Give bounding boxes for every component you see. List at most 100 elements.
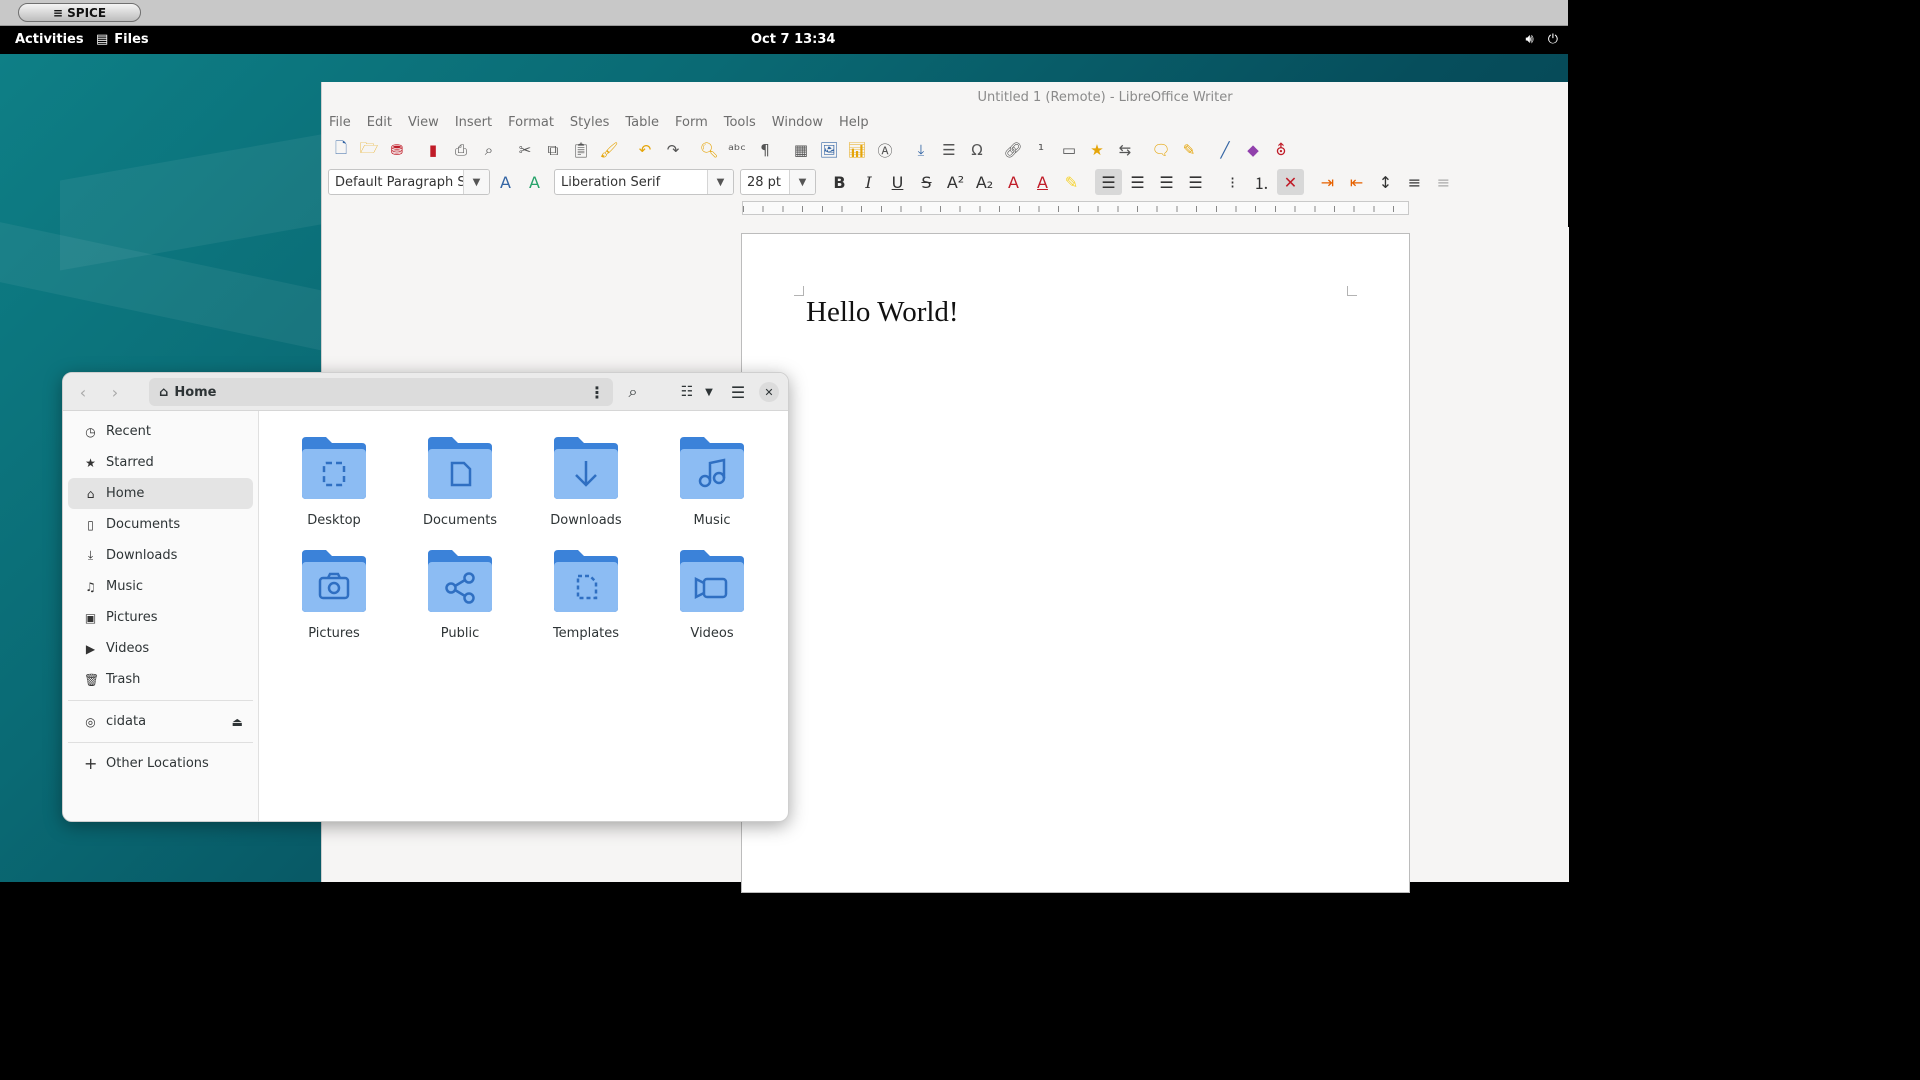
chevron-down-icon[interactable]: ▼: [789, 170, 815, 194]
new-document-icon[interactable]: 🗋︎: [328, 137, 354, 163]
hyperlink-icon[interactable]: 🔗︎: [1000, 137, 1026, 163]
menu-view[interactable]: View: [407, 112, 446, 134]
formatting-marks-icon[interactable]: ¶: [752, 137, 778, 163]
highlight-icon[interactable]: ✎: [1058, 169, 1085, 195]
subscript-icon[interactable]: A₂: [971, 169, 998, 195]
no-list-icon[interactable]: ✕: [1277, 169, 1304, 195]
save-icon[interactable]: ⛃: [384, 137, 410, 163]
align-left-icon[interactable]: ☰: [1095, 169, 1122, 195]
bold-icon[interactable]: B: [826, 169, 853, 195]
menu-insert[interactable]: Insert: [454, 112, 499, 134]
paragraph-style-select[interactable]: Default Paragraph Style ▼: [328, 169, 490, 195]
spice-menu-button[interactable]: ≡ SPICE: [18, 3, 141, 22]
clone-formatting-icon[interactable]: 🖌︎: [596, 137, 622, 163]
header-footer-icon[interactable]: ▭: [1056, 137, 1082, 163]
sidebar-item-home[interactable]: ⌂ Home: [68, 478, 253, 509]
new-style-icon[interactable]: A: [521, 169, 548, 195]
path-menu-icon[interactable]: ⋮: [587, 380, 607, 404]
redo-icon[interactable]: ↷: [660, 137, 686, 163]
strikethrough-icon[interactable]: S: [913, 169, 940, 195]
track-changes-icon[interactable]: ✎: [1176, 137, 1202, 163]
back-icon[interactable]: ‹: [71, 380, 95, 404]
folder-music[interactable]: Music: [657, 435, 767, 528]
menu-file[interactable]: File: [328, 112, 358, 134]
line-spacing-icon[interactable]: ↕: [1372, 169, 1399, 195]
insert-field-icon[interactable]: ☰: [936, 137, 962, 163]
basic-shapes-icon[interactable]: ◆: [1240, 137, 1266, 163]
folder-public[interactable]: Public: [405, 548, 515, 641]
undo-icon[interactable]: ↶: [632, 137, 658, 163]
menu-window[interactable]: Window: [771, 112, 830, 134]
font-name-select[interactable]: Liberation Serif ▼: [554, 169, 734, 195]
power-icon[interactable]: ⏻: [1548, 32, 1558, 47]
font-color-icon[interactable]: A: [1029, 169, 1056, 195]
find-replace-icon[interactable]: 🔍︎: [696, 137, 722, 163]
eject-icon[interactable]: ⏏: [232, 715, 243, 729]
page-break-icon[interactable]: ⤓: [908, 137, 934, 163]
sidebar-item-downloads[interactable]: ⤓ Downloads: [68, 540, 253, 571]
update-style-icon[interactable]: A: [492, 169, 519, 195]
insert-table-icon[interactable]: ▦: [788, 137, 814, 163]
align-center-icon[interactable]: ☰: [1124, 169, 1151, 195]
sidebar-item-recent[interactable]: ◷ Recent: [68, 416, 253, 447]
increase-indent-icon[interactable]: ⇥: [1314, 169, 1341, 195]
chevron-down-icon[interactable]: ▼: [463, 170, 489, 194]
volume-icon[interactable]: 🔊︎: [1526, 32, 1534, 47]
sidebar-item-cidata[interactable]: ◎ cidata ⏏: [68, 706, 253, 737]
folder-videos[interactable]: Videos: [657, 548, 767, 641]
path-bar[interactable]: ⌂ Home ⋮: [149, 378, 613, 406]
sidebar-item-other-locations[interactable]: + Other Locations: [68, 748, 253, 779]
clear-formatting-icon[interactable]: A: [1000, 169, 1027, 195]
footnote-icon[interactable]: ¹: [1028, 137, 1054, 163]
system-tray[interactable]: 🔊︎ ⏻: [1526, 32, 1559, 47]
numbered-list-icon[interactable]: ⒈: [1248, 169, 1275, 195]
comment-icon[interactable]: 🗨︎: [1148, 137, 1174, 163]
bookmark-icon[interactable]: ★: [1084, 137, 1110, 163]
font-size-select[interactable]: 28 pt ▼: [740, 169, 816, 195]
clock[interactable]: Oct 7 13:34: [751, 32, 835, 47]
align-right-icon[interactable]: ☰: [1153, 169, 1180, 195]
folder-desktop[interactable]: Desktop: [279, 435, 389, 528]
superscript-icon[interactable]: A²: [942, 169, 969, 195]
justify-icon[interactable]: ☰: [1182, 169, 1209, 195]
cut-icon[interactable]: ✂: [512, 137, 538, 163]
paste-icon[interactable]: 📋︎: [568, 137, 594, 163]
folder-pictures[interactable]: Pictures: [279, 548, 389, 641]
insert-image-icon[interactable]: 🖼︎: [816, 137, 842, 163]
sidebar-item-trash[interactable]: 🗑︎ Trash: [68, 664, 253, 695]
underline-icon[interactable]: U: [884, 169, 911, 195]
document-text[interactable]: Hello World!: [806, 296, 959, 329]
spelling-icon[interactable]: ᵃᵇᶜ: [724, 137, 750, 163]
chevron-down-icon[interactable]: ▼: [707, 170, 733, 194]
view-list-icon[interactable]: ☷: [675, 380, 699, 404]
draw-functions-icon[interactable]: ⛢: [1268, 137, 1294, 163]
menu-help[interactable]: Help: [838, 112, 876, 134]
sidebar-item-starred[interactable]: ★ Starred: [68, 447, 253, 478]
increase-paragraph-spacing-icon[interactable]: ≡: [1401, 169, 1428, 195]
folder-downloads[interactable]: Downloads: [531, 435, 641, 528]
sidebar-item-videos[interactable]: ▶ Videos: [68, 633, 253, 664]
menu-tools[interactable]: Tools: [723, 112, 763, 134]
insert-textbox-icon[interactable]: Ⓐ: [872, 137, 898, 163]
forward-icon[interactable]: ›: [103, 380, 127, 404]
search-icon[interactable]: ⌕: [621, 380, 645, 404]
export-pdf-icon[interactable]: ▮: [420, 137, 446, 163]
line-icon[interactable]: ╱: [1212, 137, 1238, 163]
hamburger-menu-icon[interactable]: ☰: [726, 380, 750, 404]
menu-form[interactable]: Form: [674, 112, 715, 134]
menu-edit[interactable]: Edit: [366, 112, 399, 134]
document-page[interactable]: Hello World!: [741, 233, 1410, 893]
folder-documents[interactable]: Documents: [405, 435, 515, 528]
copy-icon[interactable]: ⧉: [540, 137, 566, 163]
decrease-indent-icon[interactable]: ⇤: [1343, 169, 1370, 195]
italic-icon[interactable]: I: [855, 169, 882, 195]
close-icon[interactable]: ✕: [759, 382, 779, 402]
decrease-paragraph-spacing-icon[interactable]: ≡: [1430, 169, 1457, 195]
open-folder-icon[interactable]: 🗁︎: [356, 137, 382, 163]
app-menu-button[interactable]: ▤ Files: [96, 32, 149, 47]
menu-table[interactable]: Table: [624, 112, 666, 134]
sidebar-item-music[interactable]: ♫ Music: [68, 571, 253, 602]
sidebar-item-documents[interactable]: ▯ Documents: [68, 509, 253, 540]
special-character-icon[interactable]: Ω: [964, 137, 990, 163]
print-preview-icon[interactable]: ⌕: [476, 137, 502, 163]
